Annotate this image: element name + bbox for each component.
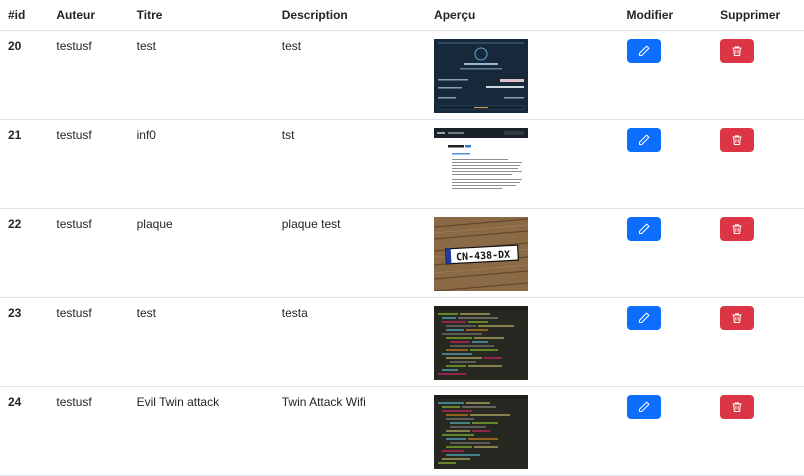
cell-modifier xyxy=(618,208,713,298)
delete-button[interactable] xyxy=(720,128,755,152)
header-row: #id Auteur Titre Description Aperçu Modi… xyxy=(0,0,804,31)
posts-table: #id Auteur Titre Description Aperçu Modi… xyxy=(0,0,804,476)
pencil-icon xyxy=(638,223,649,235)
cell-modifier xyxy=(618,30,713,120)
preview-image[interactable] xyxy=(434,39,529,113)
trash-icon xyxy=(732,135,742,146)
cell-titre: test xyxy=(128,297,274,387)
header-apercu: Aperçu xyxy=(426,0,619,31)
delete-button[interactable] xyxy=(720,395,755,419)
cell-apercu: CN-438-DX xyxy=(426,208,619,298)
header-titre: Titre xyxy=(128,0,274,31)
table-row: 22 testusf plaque plaque test CN-438-DX xyxy=(0,208,804,298)
cell-auteur: testusf xyxy=(48,119,129,209)
cell-id: 21 xyxy=(0,119,49,209)
table-header: #id Auteur Titre Description Aperçu Modi… xyxy=(0,0,804,31)
cell-description: test xyxy=(273,30,427,120)
cell-description: testa xyxy=(273,297,427,387)
cell-apercu xyxy=(426,297,619,387)
edit-button[interactable] xyxy=(626,306,661,330)
cell-auteur: testusf xyxy=(48,297,129,387)
table-row: 20 testusf test test xyxy=(0,30,804,120)
cell-supprimer xyxy=(712,297,804,387)
delete-button[interactable] xyxy=(720,217,755,241)
cell-description: plaque test xyxy=(273,208,427,298)
cell-modifier xyxy=(618,386,713,476)
edit-button[interactable] xyxy=(626,39,661,63)
cell-supprimer xyxy=(712,386,804,476)
trash-icon xyxy=(732,402,742,413)
preview-image[interactable]: CN-438-DX xyxy=(434,217,529,291)
table-row: 23 testusf test testa xyxy=(0,297,804,387)
table-row: 24 testusf Evil Twin attack Twin Attack … xyxy=(0,386,804,476)
trash-icon xyxy=(732,224,742,235)
cell-modifier xyxy=(618,297,713,387)
cell-id: 20 xyxy=(0,30,49,120)
preview-image[interactable] xyxy=(434,306,529,380)
edit-button[interactable] xyxy=(626,128,661,152)
trash-icon xyxy=(732,46,742,57)
edit-button[interactable] xyxy=(626,395,661,419)
cell-titre: Evil Twin attack xyxy=(128,386,274,476)
cell-titre: plaque xyxy=(128,208,274,298)
cell-auteur: testusf xyxy=(48,386,129,476)
header-id: #id xyxy=(0,0,49,31)
header-description: Description xyxy=(273,0,427,31)
pencil-icon xyxy=(638,134,649,146)
preview-image[interactable] xyxy=(434,395,529,469)
cell-apercu xyxy=(426,119,619,209)
table-row: 21 testusf inf0 tst xyxy=(0,119,804,209)
table-body: 20 testusf test test 21 testusf inf0 tst… xyxy=(0,30,804,476)
edit-button[interactable] xyxy=(626,217,661,241)
cell-supprimer xyxy=(712,30,804,120)
pencil-icon xyxy=(638,45,649,57)
cell-auteur: testusf xyxy=(48,208,129,298)
cell-id: 22 xyxy=(0,208,49,298)
cell-apercu xyxy=(426,30,619,120)
delete-button[interactable] xyxy=(720,39,755,63)
cell-description: tst xyxy=(273,119,427,209)
trash-icon xyxy=(732,313,742,324)
pencil-icon xyxy=(638,401,649,413)
cell-id: 24 xyxy=(0,386,49,476)
cell-apercu xyxy=(426,386,619,476)
cell-description: Twin Attack Wifi xyxy=(273,386,427,476)
cell-titre: test xyxy=(128,30,274,120)
cell-auteur: testusf xyxy=(48,30,129,120)
cell-titre: inf0 xyxy=(128,119,274,209)
cell-modifier xyxy=(618,119,713,209)
header-supprimer: Supprimer xyxy=(712,0,804,31)
cell-id: 23 xyxy=(0,297,49,387)
preview-image[interactable] xyxy=(434,128,529,202)
cell-supprimer xyxy=(712,208,804,298)
delete-button[interactable] xyxy=(720,306,755,330)
pencil-icon xyxy=(638,312,649,324)
header-modifier: Modifier xyxy=(618,0,713,31)
header-auteur: Auteur xyxy=(48,0,129,31)
cell-supprimer xyxy=(712,119,804,209)
